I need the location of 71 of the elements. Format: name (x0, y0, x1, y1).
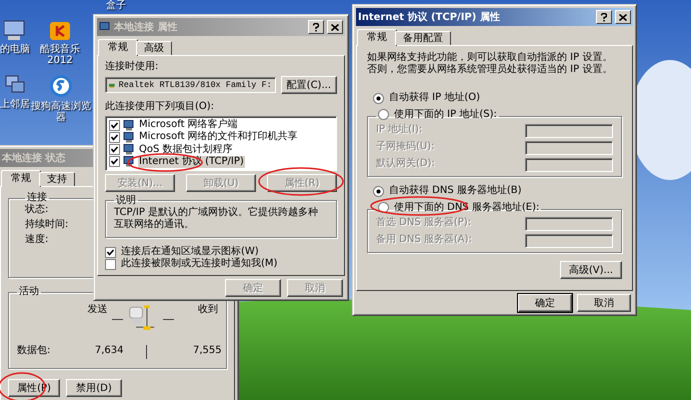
field-label: 速度: (25, 234, 48, 246)
packets-label: 数据包: (17, 345, 52, 358)
list-item[interactable]: QoS 数据包计划程序 (138, 144, 234, 156)
radio-icon[interactable] (373, 92, 384, 104)
list-label: 此连接使用下列项目(O): (105, 101, 214, 113)
group-title: 说明 (115, 194, 137, 207)
window-title: 本地连接 状态 (2, 152, 66, 165)
close-button[interactable] (615, 10, 631, 24)
advanced-button[interactable]: 高级(V)... (560, 261, 622, 279)
desktop-icon-label[interactable]: 的电脑 (0, 44, 30, 55)
desktop-icon-label[interactable]: 搜狗高速浏览器 (30, 101, 92, 123)
dialog-button[interactable]: 禁用(D) (66, 379, 122, 397)
tab[interactable]: 常规 (98, 39, 138, 56)
sent-count: 7,634 (94, 345, 124, 358)
help-icon (313, 22, 319, 32)
checkbox-option[interactable]: 连接后在通知区域显示图标(W) (105, 246, 259, 258)
checkbox-icon[interactable] (109, 120, 120, 131)
browser-icon[interactable] (49, 74, 73, 98)
adapter-field: Realtek RTL8139/810x Family F: (105, 77, 276, 93)
component-icon (123, 144, 135, 156)
field-label: 默认网关(D): (376, 158, 435, 170)
configure-button[interactable]: 配置(C)... (280, 76, 337, 94)
radio-option[interactable]: 使用下面的 IP 地址(S): (378, 108, 497, 120)
window-title: Internet 协议 (TCP/IP) 属性 (358, 10, 500, 24)
window-title: 本地连接 属性 (114, 20, 178, 34)
checkbox-icon[interactable] (105, 258, 116, 270)
tab[interactable]: 支持 (39, 172, 75, 186)
tab[interactable]: 高级 (136, 41, 172, 55)
field-label: 持续时间: (25, 219, 68, 231)
help-icon (601, 12, 607, 22)
help-button[interactable] (596, 10, 612, 24)
tab[interactable]: 常规 (1, 170, 41, 187)
help-button[interactable] (308, 20, 324, 34)
field-label: 连接时使用: (105, 61, 158, 73)
field-label: 状态: (25, 204, 48, 216)
radio-icon[interactable] (373, 186, 384, 196)
field-label: 备用 DNS 服务器(A): (376, 234, 472, 246)
component-icon (123, 132, 135, 143)
radio-icon[interactable] (378, 109, 389, 120)
sent-label: 发送 (88, 304, 108, 316)
received-label: 收到 (198, 304, 218, 316)
checkbox-option[interactable]: 此连接被限制或无连接时通知我(M) (105, 258, 278, 270)
desktop-icon-label[interactable]: 盒子 (106, 0, 126, 11)
dialog-button[interactable]: 确定 (518, 294, 572, 312)
close-icon (619, 14, 627, 20)
checkbox-icon[interactable] (109, 132, 120, 143)
music-app-icon[interactable] (49, 19, 71, 41)
network-icon (99, 22, 111, 32)
group-title: 连接 (26, 192, 48, 204)
desktop-icon-label[interactable]: 酷我音乐 2012 (38, 44, 82, 66)
intro-text: 如果网络支持此功能，则可以获取自动指派的 IP 设置。否则，您需要从网络系统管理员处获得适当的 IP 设置。 (367, 52, 614, 76)
radio-option[interactable]: 自动获得 DNS 服务器地址(B) (373, 185, 522, 197)
group-title: 活动 (18, 286, 40, 298)
dialog-button[interactable]: 取消 (577, 294, 631, 312)
field-label: IP 地址(I): (376, 124, 422, 136)
field-label: 首选 DNS 服务器(P): (376, 217, 472, 229)
tab[interactable]: 常规 (357, 29, 397, 46)
field-label: 子网掩码(U): (376, 141, 434, 153)
component-icon (123, 120, 135, 131)
checkbox-icon[interactable] (109, 156, 120, 168)
list-item[interactable]: Microsoft 网络客户端 (138, 119, 239, 132)
tab[interactable]: 备用配置 (395, 31, 451, 45)
description-text: TCP/IP 是默认的广域网协议。它提供跨越多种互联网络的通讯。 (114, 206, 320, 231)
close-icon (331, 24, 339, 30)
computer-icon[interactable] (4, 19, 26, 41)
list-item[interactable]: Microsoft 网络的文件和打印机共享 (138, 131, 299, 144)
desktop-icon-label[interactable]: 上邻居 (0, 99, 30, 110)
checkbox-icon[interactable] (105, 246, 116, 258)
checkbox-icon[interactable] (109, 144, 120, 156)
close-button[interactable] (327, 20, 343, 34)
radio-option[interactable]: 自动获得 IP 地址(O) (373, 92, 480, 104)
